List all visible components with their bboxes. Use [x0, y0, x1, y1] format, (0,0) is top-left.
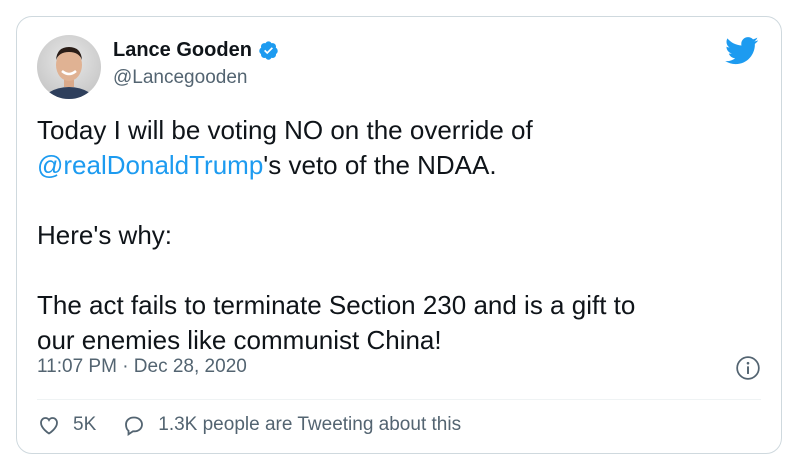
author-row: Lance Gooden [113, 39, 279, 62]
action-bar: 5K 1.3K people are Tweeting about this [37, 413, 487, 437]
verified-badge-icon [259, 41, 278, 60]
avatar[interactable] [37, 35, 101, 99]
info-icon[interactable] [735, 355, 761, 381]
tweet-line-2: 's veto of the NDAA. [263, 150, 497, 180]
like-button[interactable]: 5K [37, 413, 96, 437]
mention-link[interactable]: @realDonaldTrump [37, 150, 263, 180]
tweet-paragraph-2: Here's why: [37, 220, 173, 250]
tweet-card[interactable]: Lance Gooden @Lancegooden Today I will b… [16, 16, 782, 454]
tweet-text: Today I will be voting NO on the overrid… [37, 113, 757, 358]
speech-bubble-icon [125, 416, 144, 436]
tweet-line-4: our enemies like communist China! [37, 325, 442, 355]
tweet-paragraph-3: The act fails to terminate Section 230 a… [37, 288, 757, 358]
heart-icon [40, 417, 58, 435]
like-count: 5K [73, 414, 97, 435]
conversation-text: 1.3K people are Tweeting about this [158, 414, 462, 435]
author-name[interactable]: Lance Gooden [113, 39, 252, 62]
divider [37, 399, 761, 400]
timestamp[interactable]: 11:07 PM · Dec 28, 2020 [37, 356, 247, 378]
tweet-line-1: Today I will be voting NO on the overrid… [37, 115, 533, 145]
avatar-photo [42, 47, 96, 99]
conversation-button[interactable]: 1.3K people are Tweeting about this [122, 413, 461, 437]
tweet-line-3: The act fails to terminate Section 230 a… [37, 290, 636, 320]
twitter-bird-icon[interactable] [725, 37, 759, 65]
tweet-paragraph-1: Today I will be voting NO on the overrid… [37, 113, 757, 183]
author-handle[interactable]: @Lancegooden [113, 67, 247, 89]
